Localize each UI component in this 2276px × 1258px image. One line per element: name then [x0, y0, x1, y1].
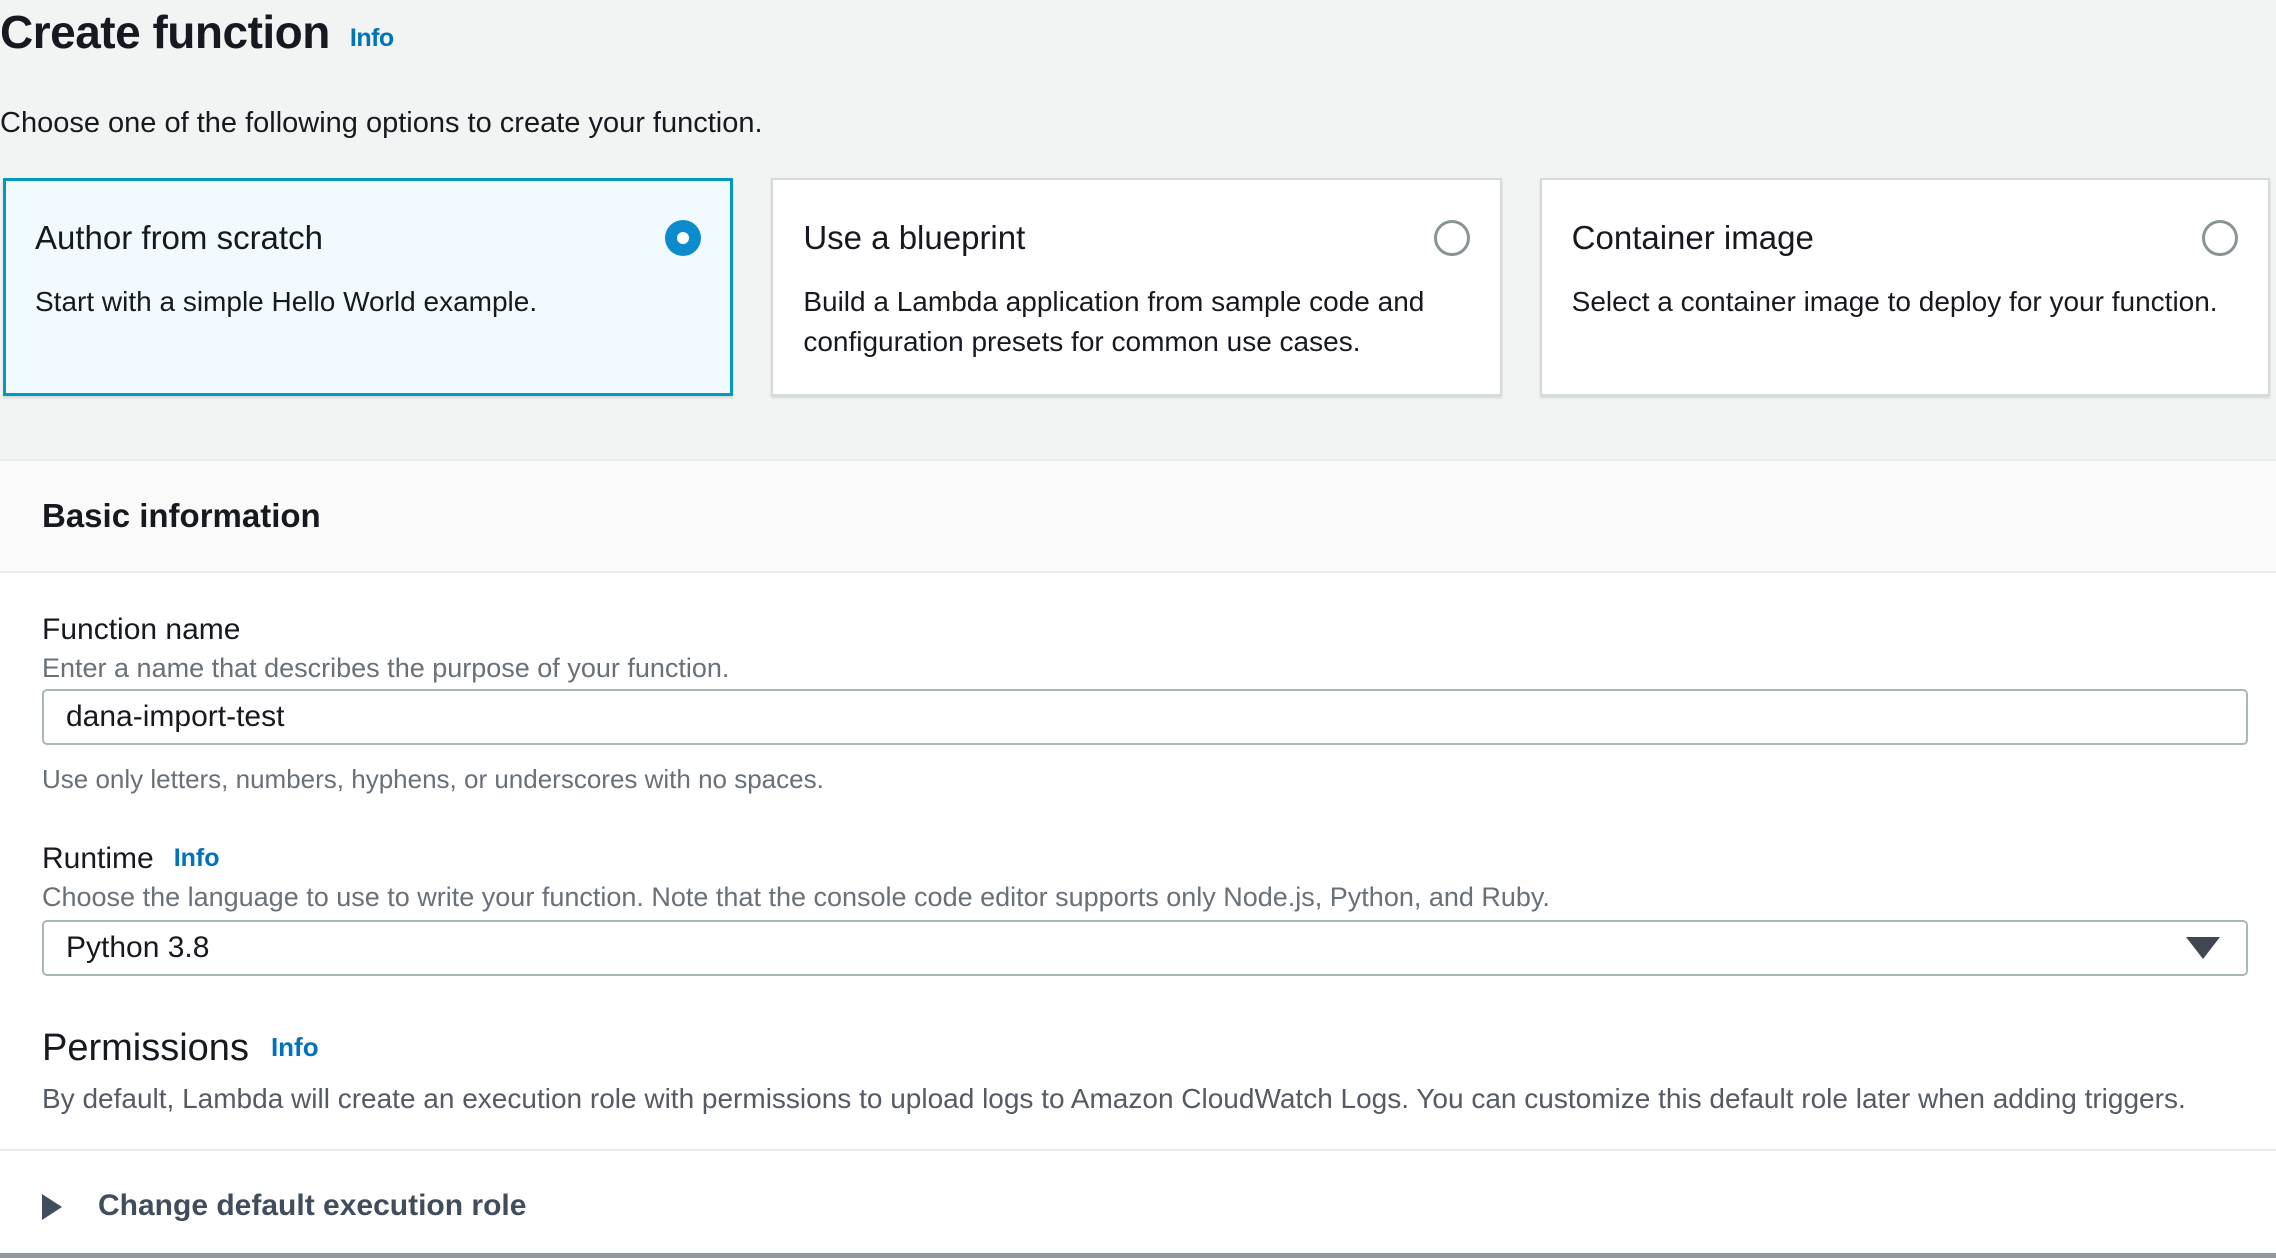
expander-label: Change default execution role [98, 1189, 526, 1223]
radio-selected-icon[interactable] [665, 220, 701, 256]
chevron-down-icon [2186, 937, 2220, 959]
permissions-description: By default, Lambda will create an execut… [42, 1083, 2248, 1115]
card-description: Select a container image to deploy for y… [1572, 282, 2238, 322]
permissions-info-link[interactable]: Info [271, 1032, 319, 1062]
function-name-description: Enter a name that describes the purpose … [42, 653, 2248, 683]
card-description: Start with a simple Hello World example. [35, 282, 701, 322]
function-name-label: Function name [42, 613, 2248, 647]
card-top-row: Use a blueprint [803, 218, 1469, 258]
basic-information-panel: Basic information Function name Enter a … [0, 459, 2276, 1258]
function-name-field-group: Function name Enter a name that describe… [42, 613, 2248, 793]
card-title: Author from scratch [35, 218, 323, 258]
section-bottom-border [0, 1253, 2276, 1258]
basic-information-body: Function name Enter a name that describe… [0, 573, 2276, 1258]
function-name-constraint: Use only letters, numbers, hyphens, or u… [42, 765, 2248, 793]
card-title: Container image [1572, 218, 1814, 258]
runtime-label: Runtime Info [42, 841, 2248, 876]
radio-unselected-icon[interactable] [2202, 220, 2238, 256]
page-title: Create function Info [0, 4, 2270, 66]
runtime-field-group: Runtime Info Choose the language to use t… [42, 841, 2248, 976]
triangle-right-icon [42, 1194, 62, 1220]
page-title-text: Create function [0, 6, 330, 58]
page-subtitle: Choose one of the following options to c… [0, 106, 2270, 140]
card-description: Build a Lambda application from sample c… [803, 282, 1469, 362]
runtime-description: Choose the language to use to write your… [42, 882, 2248, 912]
basic-information-heading: Basic information [0, 461, 2276, 573]
option-card-use-a-blueprint[interactable]: Use a blueprint Build a Lambda applicati… [771, 178, 1501, 396]
runtime-selected-value: Python 3.8 [66, 931, 209, 965]
radio-unselected-icon[interactable] [1434, 220, 1470, 256]
option-card-container-image[interactable]: Container image Select a container image… [1540, 178, 2270, 396]
create-function-header-section: Create function Info Choose one of the fo… [0, 0, 2276, 459]
card-top-row: Author from scratch [35, 218, 701, 258]
creation-option-cards: Author from scratch Start with a simple … [3, 178, 2270, 396]
runtime-select[interactable]: Python 3.8 [42, 920, 2248, 976]
option-card-author-from-scratch[interactable]: Author from scratch Start with a simple … [3, 178, 733, 396]
title-info-link[interactable]: Info [350, 24, 394, 52]
card-top-row: Container image [1572, 218, 2238, 258]
permissions-heading: Permissions Info [42, 1024, 2248, 1071]
card-title: Use a blueprint [803, 218, 1025, 258]
runtime-info-link[interactable]: Info [174, 844, 220, 872]
function-name-input[interactable] [42, 689, 2248, 745]
runtime-label-text: Runtime [42, 842, 154, 875]
permissions-heading-text: Permissions [42, 1027, 249, 1069]
